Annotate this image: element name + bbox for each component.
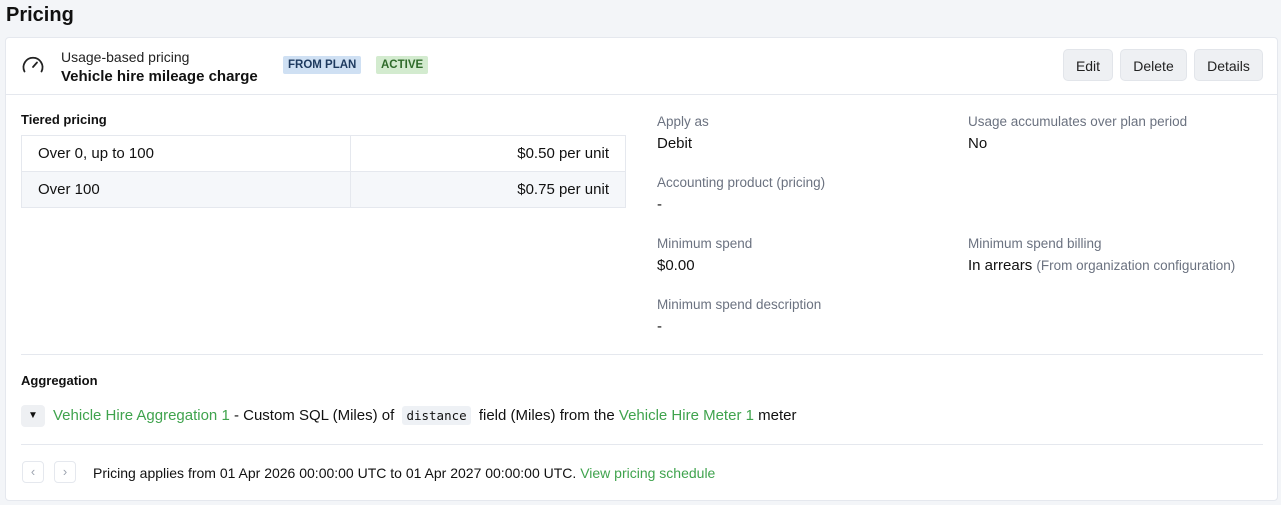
minimum-spend-description-label: Minimum spend description <box>657 297 822 312</box>
minimum-spend-value: $0.00 <box>657 257 695 274</box>
usage-accumulates-value: No <box>968 135 988 152</box>
aggregation-link[interactable]: Vehicle Hire Aggregation 1 <box>53 407 230 424</box>
usage-accumulates-label: Usage accumulates over plan period <box>968 114 1188 129</box>
active-status-badge: ACTIVE <box>376 56 429 74</box>
minimum-spend-billing-label: Minimum spend billing <box>968 236 1102 251</box>
tiered-pricing-heading: Tiered pricing <box>21 112 107 127</box>
section-divider <box>21 354 1263 355</box>
aggregation-heading: Aggregation <box>21 373 98 388</box>
tier-table: Over 0, up to 100 $0.50 per unit Over 10… <box>21 135 627 208</box>
meter-link[interactable]: Vehicle Hire Meter 1 <box>619 407 754 424</box>
apply-as-value: Debit <box>657 135 693 152</box>
table-row: Over 0, up to 100 $0.50 per unit <box>21 135 627 172</box>
billing-note: (From organization configuration) <box>1036 258 1236 273</box>
apply-as-label: Apply as <box>657 114 709 129</box>
accounting-product-label: Accounting product (pricing) <box>657 175 826 190</box>
aggregation-text: - Custom SQL (Miles) of <box>229 407 395 424</box>
minimum-spend-label: Minimum spend <box>657 236 753 251</box>
card-header: Usage-based pricing Vehicle hire mileage… <box>6 38 1277 95</box>
previous-schedule-button[interactable]: ‹ <box>22 461 44 483</box>
table-row: Over 100 $0.75 per unit <box>21 171 627 208</box>
billing-value-text: In arrears <box>968 257 1033 274</box>
schedule-period-text: Pricing applies from 01 Apr 2026 00:00:0… <box>93 465 581 481</box>
delete-button[interactable]: Delete <box>1120 49 1187 81</box>
minimum-spend-description-value: - <box>657 318 662 335</box>
chevron-right-icon: › <box>62 464 68 479</box>
minimum-spend-billing-value: In arrears (From organization configurat… <box>968 257 1235 274</box>
page-title: Pricing <box>6 4 74 26</box>
aggregation-text: meter <box>753 407 797 424</box>
edit-button[interactable]: Edit <box>1063 49 1113 81</box>
expand-toggle-button[interactable]: ▼ <box>21 405 45 427</box>
next-schedule-button[interactable]: › <box>54 461 76 483</box>
view-pricing-schedule-link[interactable]: View pricing schedule <box>580 465 715 481</box>
charge-type-label: Usage-based pricing <box>61 49 190 65</box>
accounting-product-value: - <box>657 196 662 213</box>
gauge-icon <box>22 56 44 73</box>
tier-range: Over 100 <box>21 171 351 208</box>
caret-down-icon: ▼ <box>28 410 38 421</box>
from-plan-badge: FROM PLAN <box>283 56 362 74</box>
tier-price: $0.50 per unit <box>349 135 627 172</box>
section-divider <box>21 444 1263 445</box>
chevron-left-icon: ‹ <box>30 464 36 479</box>
schedule-text: Pricing applies from 01 Apr 2026 00:00:0… <box>93 465 715 481</box>
details-button[interactable]: Details <box>1194 49 1263 81</box>
tier-range: Over 0, up to 100 <box>21 135 351 172</box>
field-code: distance <box>402 406 471 425</box>
tier-price: $0.75 per unit <box>349 171 627 208</box>
aggregation-text: field (Miles) from the <box>478 407 619 424</box>
pricing-card: Usage-based pricing Vehicle hire mileage… <box>5 37 1278 501</box>
charge-name: Vehicle hire mileage charge <box>61 68 258 85</box>
aggregation-description: Vehicle Hire Aggregation 1 - Custom SQL … <box>53 406 797 425</box>
